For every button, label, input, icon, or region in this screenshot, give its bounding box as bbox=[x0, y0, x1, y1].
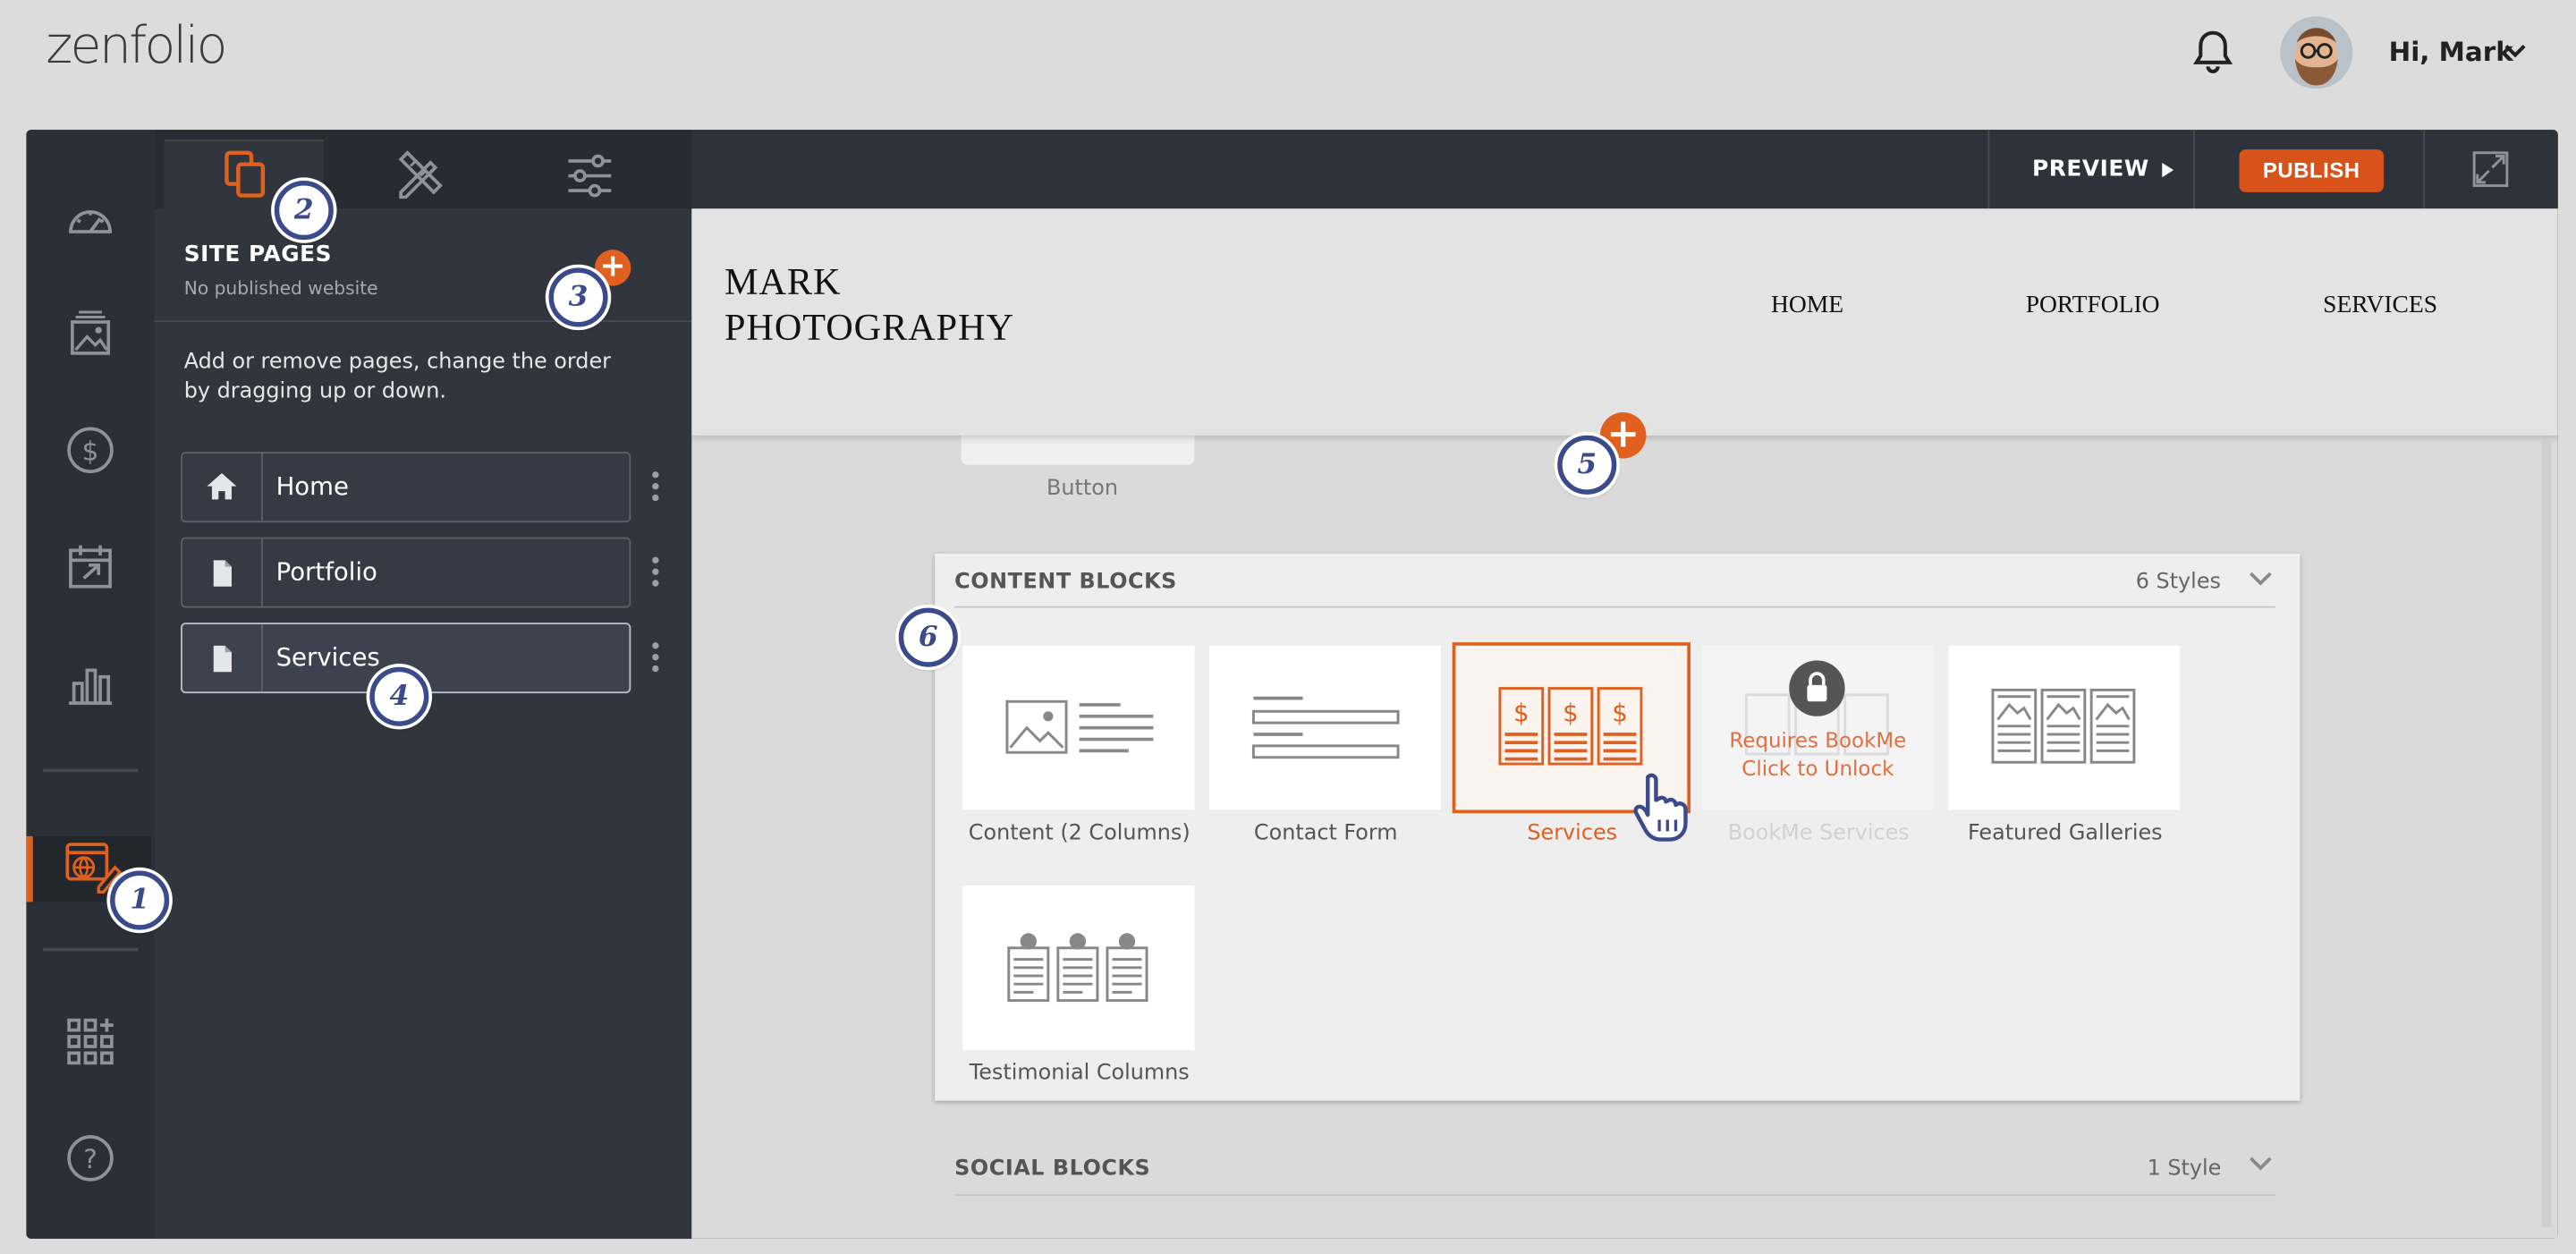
block-tile-testimonial-columns[interactable] bbox=[962, 885, 1195, 1050]
avatar[interactable] bbox=[2280, 16, 2353, 89]
site-brand: MARK PHOTOGRAPHY bbox=[724, 261, 1014, 349]
canvas-scrollbar[interactable] bbox=[2541, 438, 2552, 1228]
panel-divider bbox=[154, 320, 692, 323]
form-block-icon bbox=[1251, 696, 1400, 759]
rail-divider bbox=[42, 947, 139, 952]
content-blocks-count: 6 Styles bbox=[2135, 570, 2221, 595]
site-nav-home[interactable]: HOME bbox=[1771, 292, 1843, 320]
callout-badge-6: 6 bbox=[898, 607, 958, 667]
rail-divider bbox=[42, 768, 139, 773]
toolbar-divider bbox=[2423, 130, 2426, 209]
page-menu-icon[interactable] bbox=[652, 642, 659, 677]
page-label: Portfolio bbox=[275, 556, 377, 587]
editor-toolbar: PREVIEW PUBLISH bbox=[691, 130, 2558, 209]
page-canvas: Button MARK PHOTOGRAPHY HOME PORTFOLIO S… bbox=[691, 208, 2558, 1239]
site-pages-title: SITE PAGES bbox=[183, 241, 333, 268]
section-divider bbox=[954, 1194, 2275, 1197]
website-editor-icon[interactable] bbox=[63, 838, 122, 894]
site-nav-services[interactable]: SERVICES bbox=[2323, 292, 2437, 320]
button-block-caption: Button bbox=[1046, 476, 1118, 502]
site-nav-portfolio[interactable]: PORTFOLIO bbox=[2026, 292, 2160, 320]
content-blocks-panel: CONTENT BLOCKS 6 Styles Content (2 Colum… bbox=[935, 553, 2301, 1101]
sliders-icon bbox=[568, 154, 612, 198]
page-menu-icon[interactable] bbox=[652, 556, 659, 592]
page-item-portfolio[interactable]: Portfolio bbox=[181, 537, 631, 608]
panel-help-text: Add or remove pages, change the order by… bbox=[183, 350, 611, 404]
calendar-icon[interactable] bbox=[63, 538, 118, 594]
chevron-down-icon[interactable] bbox=[2504, 43, 2527, 59]
site-pages-subtitle: No published website bbox=[183, 277, 378, 300]
svg-text:$: $ bbox=[1563, 699, 1579, 727]
tab-design[interactable] bbox=[394, 149, 444, 199]
svg-text:?: ? bbox=[83, 1144, 97, 1174]
site-header-preview: MARK PHOTOGRAPHY HOME PORTFOLIO SERVICES bbox=[691, 208, 2558, 436]
social-blocks-count: 1 Style bbox=[2147, 1157, 2222, 1182]
apps-grid-icon[interactable] bbox=[63, 1013, 118, 1069]
callout-badge-2: 2 bbox=[274, 181, 334, 241]
block-tile-featured-galleries[interactable] bbox=[1948, 645, 2181, 810]
collapse-chevron-icon[interactable] bbox=[2248, 569, 2274, 589]
testimonial-block-icon bbox=[1007, 933, 1148, 1003]
lock-icon bbox=[1789, 660, 1845, 716]
callout-badge-4: 4 bbox=[369, 666, 429, 726]
dollar-icon[interactable]: $ bbox=[63, 422, 118, 478]
page-icon bbox=[182, 623, 263, 692]
block-tile-content-2-columns[interactable] bbox=[962, 645, 1195, 810]
zenfolio-logo[interactable]: zenfolio bbox=[46, 16, 227, 75]
design-tools-icon bbox=[398, 150, 443, 199]
top-bar: zenfolio Hi, Mark bbox=[0, 0, 2576, 104]
gallery-icon[interactable] bbox=[63, 307, 118, 362]
svg-text:$: $ bbox=[1513, 699, 1530, 727]
tile-caption: BookMe Services bbox=[1727, 821, 1910, 846]
left-rail: $ ? bbox=[26, 130, 155, 1239]
content-blocks-title: CONTENT BLOCKS bbox=[954, 570, 1177, 595]
tab-settings[interactable] bbox=[565, 153, 614, 199]
button-block-preview[interactable] bbox=[961, 435, 1195, 465]
page-label: Home bbox=[275, 471, 349, 502]
page-menu-icon[interactable] bbox=[652, 471, 659, 506]
tile-caption: Featured Galleries bbox=[1967, 821, 2163, 846]
svg-text:$: $ bbox=[1612, 699, 1628, 727]
galleries-block-icon bbox=[1991, 688, 2136, 764]
callout-badge-1: 1 bbox=[110, 870, 170, 930]
locked-message[interactable]: Requires BookMe Click to Unlock bbox=[1702, 726, 1934, 782]
stats-icon[interactable] bbox=[63, 656, 118, 711]
block-tile-bookme-services[interactable]: Requires BookMe Click to Unlock bbox=[1701, 645, 1934, 810]
expand-chevron-icon[interactable] bbox=[2248, 1153, 2274, 1173]
play-icon bbox=[2162, 161, 2174, 177]
preview-button[interactable]: PREVIEW bbox=[2032, 156, 2174, 182]
help-icon[interactable]: ? bbox=[63, 1131, 118, 1186]
callout-badge-5: 5 bbox=[1557, 435, 1617, 495]
tile-caption: Contact Form bbox=[1253, 821, 1398, 846]
callout-badge-3: 3 bbox=[548, 267, 608, 327]
expand-icon[interactable] bbox=[2470, 149, 2510, 189]
home-icon bbox=[182, 453, 263, 521]
page-icon bbox=[182, 538, 263, 606]
toolbar-divider bbox=[1987, 130, 1990, 209]
block-tile-contact-form[interactable] bbox=[1208, 645, 1441, 810]
user-greeting[interactable]: Hi, Mark bbox=[2389, 36, 2513, 67]
svg-text:$: $ bbox=[82, 436, 99, 466]
bell-icon[interactable] bbox=[2191, 28, 2234, 73]
page-label: Services bbox=[275, 642, 380, 673]
tile-caption: Testimonial Columns bbox=[969, 1061, 1190, 1087]
section-divider bbox=[954, 606, 2275, 608]
tile-caption: Content (2 Columns) bbox=[968, 821, 1191, 846]
toolbar-divider bbox=[2193, 130, 2195, 209]
dashboard-icon[interactable] bbox=[63, 192, 118, 248]
hand-cursor-icon bbox=[1631, 770, 1694, 843]
publish-button[interactable]: PUBLISH bbox=[2239, 149, 2385, 192]
social-blocks-title: SOCIAL BLOCKS bbox=[954, 1157, 1151, 1182]
page-item-home[interactable]: Home bbox=[181, 452, 631, 523]
pages-icon[interactable] bbox=[224, 149, 269, 199]
panel-tabs bbox=[154, 130, 692, 211]
image-text-block-icon bbox=[1005, 699, 1154, 754]
